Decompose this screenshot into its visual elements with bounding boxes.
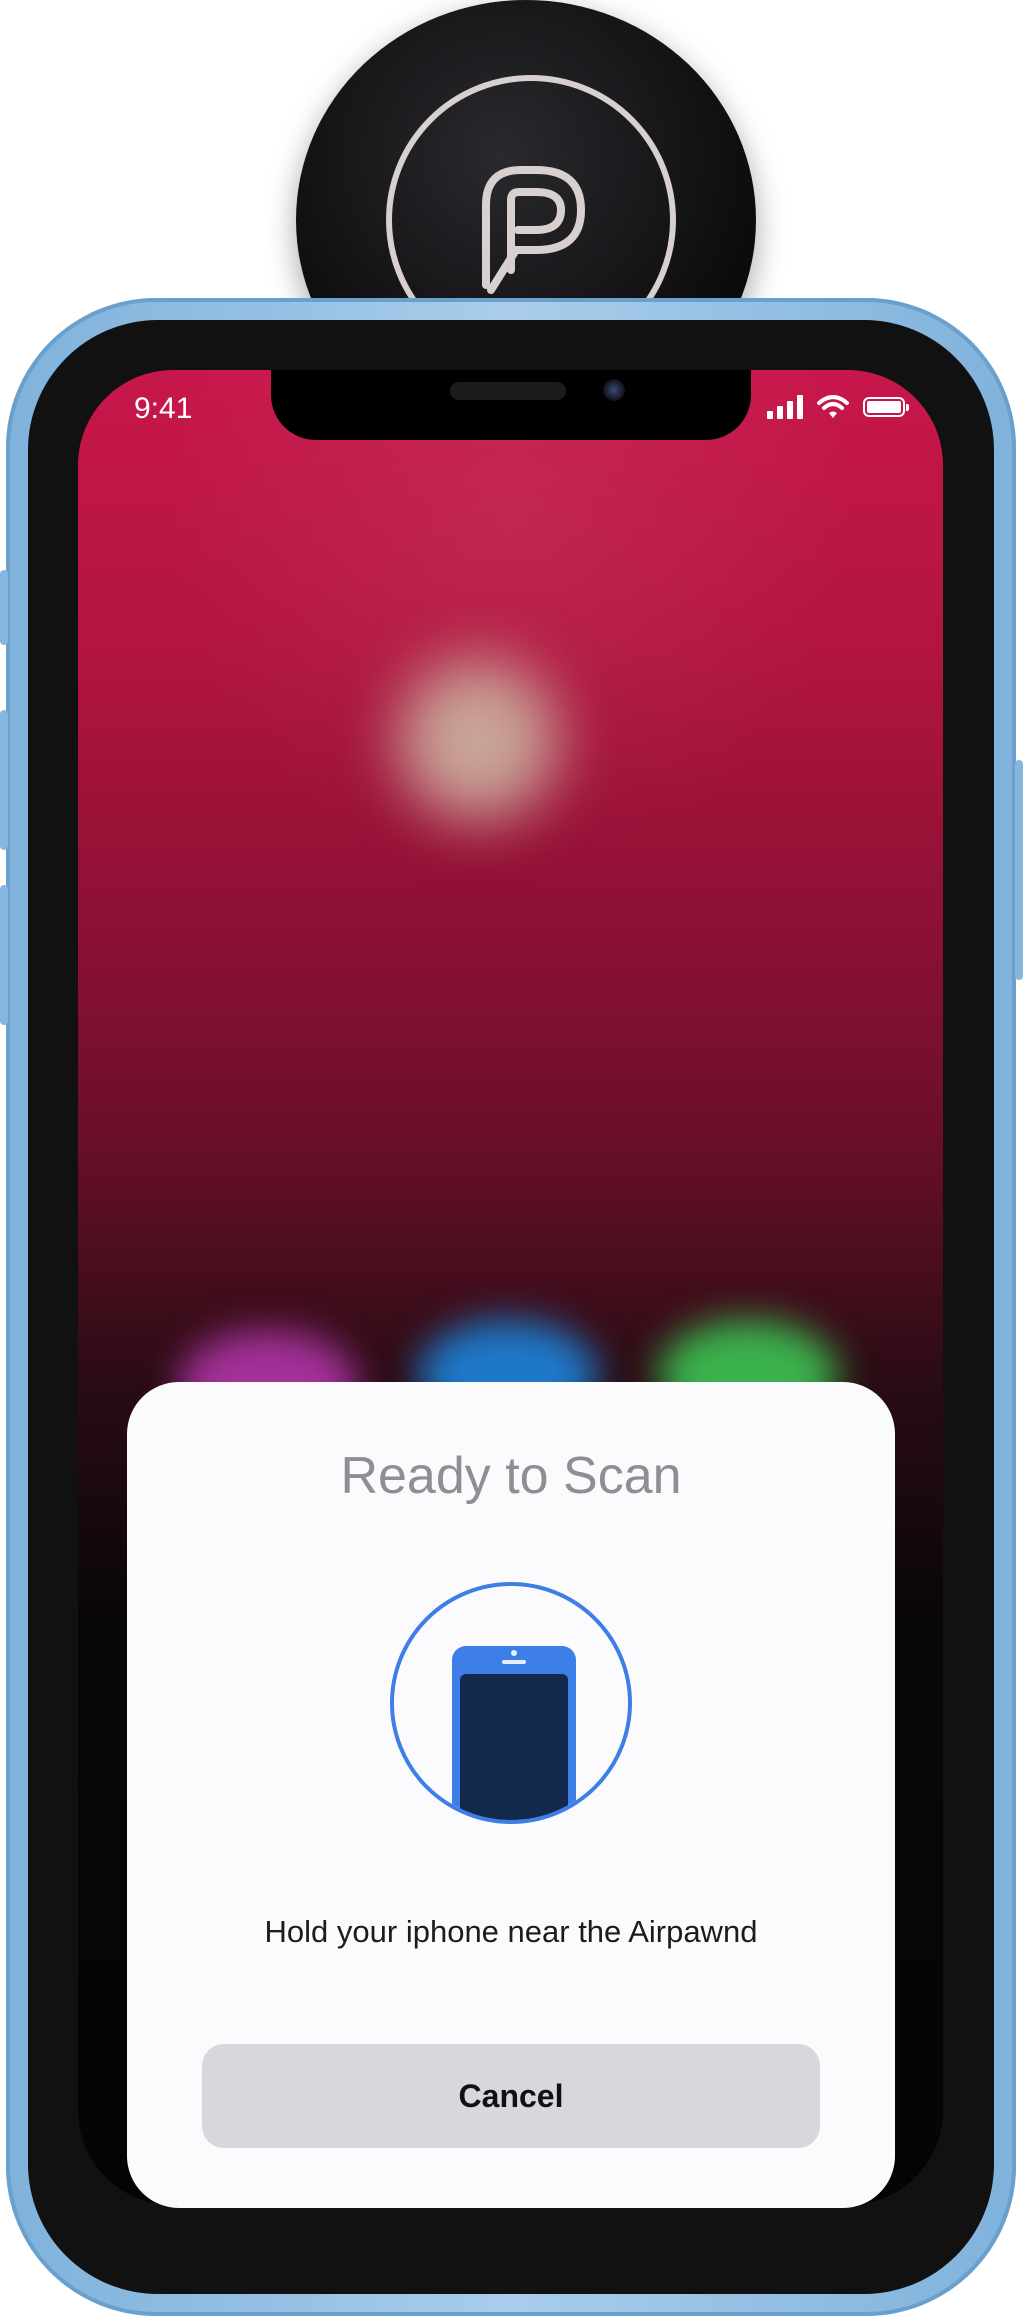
status-time: 9:41 [134, 392, 193, 425]
cellular-signal-icon [767, 395, 803, 419]
airpawnd-logo-icon [482, 166, 585, 294]
volume-down-button [0, 885, 8, 1025]
volume-up-button [0, 710, 8, 850]
sheet-title: Ready to Scan [340, 1447, 682, 1505]
scan-phone-speaker [502, 1660, 526, 1664]
front-camera [603, 379, 625, 401]
sheet-message: Hold your iphone near the Airpawnd [264, 1914, 758, 1949]
scan-phone-graphic [452, 1646, 576, 1820]
scan-phone-camera [511, 1650, 517, 1656]
phone-scan-icon [390, 1582, 632, 1824]
battery-level [867, 401, 901, 413]
cancel-button[interactable]: Cancel [202, 2044, 820, 2148]
wifi-icon [817, 395, 849, 418]
nfc-scan-sheet: Ready to Scan Hold your iphone near the … [127, 1382, 895, 2208]
scan-phone-screen [460, 1674, 568, 1820]
battery-icon [863, 397, 909, 417]
earpiece-speaker [450, 382, 566, 400]
notch [271, 370, 751, 440]
side-button [1015, 760, 1023, 980]
silent-switch [0, 570, 8, 645]
blurred-avatar [398, 660, 558, 820]
status-icons [767, 392, 909, 422]
